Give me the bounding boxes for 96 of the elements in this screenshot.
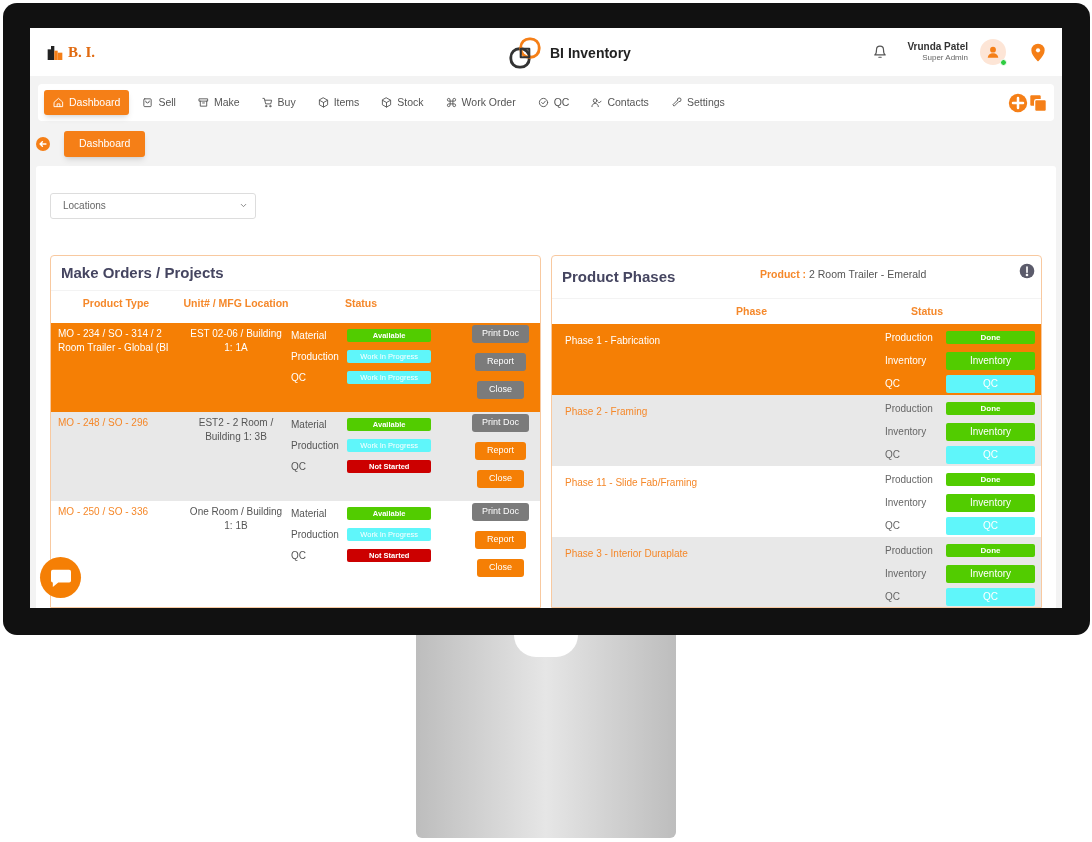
column-header: Status	[911, 303, 944, 319]
bag-icon	[142, 97, 154, 108]
status-label: QC	[885, 590, 901, 604]
column-header: Unit# / MFG Location	[183, 297, 289, 311]
person-icon	[986, 45, 1000, 59]
speech-bubble-icon	[49, 567, 72, 588]
status-badge: Inventory	[946, 351, 1035, 370]
column-header: Phase	[736, 303, 767, 319]
user-avatar[interactable]	[980, 39, 1006, 65]
linked-squares-logo-icon	[508, 36, 542, 70]
nav-tab[interactable]: Work Order	[436, 90, 525, 115]
phase-name[interactable]: Phase 1 - Fabrication	[565, 335, 661, 346]
status-label: Production	[885, 402, 934, 416]
table-row[interactable]: Phase 2 - Framing Production Done Inventory Inventory QC QC	[552, 395, 1041, 466]
wrench-icon	[670, 97, 682, 108]
nav-tab[interactable]: Sell	[133, 90, 185, 115]
column-header: Status	[344, 297, 378, 311]
status-label: Inventory	[885, 496, 928, 510]
nav-tab[interactable]: Stock	[372, 90, 433, 115]
app-name: BI Inventory	[550, 43, 631, 63]
product-name: Product : 2 Room Trailer - Emerald	[760, 267, 927, 282]
status-badge: QC	[946, 587, 1035, 606]
copy-icon[interactable]	[1028, 92, 1048, 113]
action-button[interactable]: Close	[477, 381, 524, 399]
breadcrumb-button[interactable]: Dashboard	[64, 130, 146, 157]
action-button[interactable]: Print Doc	[472, 325, 529, 343]
status-badge: QC	[946, 445, 1035, 464]
logo-text: B. I.	[68, 45, 96, 60]
status-badge: Done	[946, 544, 1035, 557]
table-cell-text: EST2 - 2 Room / Building 1: 3B	[197, 416, 275, 444]
status-label: Material	[291, 418, 328, 432]
status-badge: Inventory	[946, 564, 1035, 583]
check-circle-icon	[537, 97, 549, 108]
status-label: QC	[291, 371, 307, 385]
status-label: QC	[291, 549, 307, 563]
user-check-icon	[591, 97, 603, 108]
column-header: Product Type	[82, 297, 150, 311]
bell-icon[interactable]	[873, 45, 888, 59]
chevron-down-icon	[239, 201, 248, 210]
status-label: Material	[291, 329, 328, 343]
status-label: Production	[291, 350, 340, 364]
nav-tab[interactable]: QC	[528, 90, 579, 115]
status-label: Material	[291, 507, 328, 521]
status-badge: Inventory	[946, 422, 1035, 441]
panel-title: Make Orders / Projects	[51, 256, 540, 291]
action-button[interactable]: Report	[475, 442, 526, 460]
status-label: Production	[885, 331, 934, 345]
locations-dropdown[interactable]: Locations	[50, 192, 256, 219]
status-label: Production	[885, 473, 934, 487]
action-button[interactable]: Close	[477, 559, 524, 577]
table-cell-text: One Room / Building 1: 1B	[188, 505, 284, 533]
status-label: Production	[291, 528, 340, 542]
cart-icon	[261, 97, 273, 108]
nav-tab[interactable]: Contacts	[582, 90, 658, 115]
command-icon	[445, 97, 457, 108]
status-label: QC	[291, 460, 307, 474]
status-badge: Inventory	[946, 493, 1035, 512]
location-pin-icon[interactable]	[1028, 41, 1048, 63]
nav-tab[interactable]: Items	[308, 90, 369, 115]
status-badge: Done	[946, 331, 1035, 344]
action-button[interactable]: Report	[475, 353, 526, 371]
status-badge: Done	[946, 473, 1035, 486]
status-label: Production	[291, 439, 340, 453]
cube-icon	[381, 97, 393, 108]
nav-tab[interactable]: Settings	[661, 90, 734, 115]
status-label: QC	[885, 377, 901, 391]
nav-tab[interactable]: Buy	[252, 90, 305, 115]
user-role: Super Admin	[922, 53, 968, 64]
status-badge: Done	[946, 402, 1035, 415]
status-label: Inventory	[885, 354, 928, 368]
panel-title: Product Phases	[562, 266, 676, 287]
table-row[interactable]: Phase 1 - Fabrication Production Done Inventory Inventory QC QC	[552, 324, 1041, 395]
plus-circle-icon[interactable]	[1008, 92, 1028, 113]
nav-tab[interactable]: Make	[188, 90, 249, 115]
status-label: Inventory	[885, 425, 928, 439]
info-icon[interactable]	[1019, 263, 1035, 279]
table-row[interactable]: Phase 3 - Interior Duraplate Production Done Inventory Inventory QC QC	[552, 537, 1041, 607]
status-label: QC	[885, 519, 901, 533]
cube-icon	[317, 97, 329, 108]
product-type-link[interactable]: MO - 250 / SO - 336	[58, 505, 177, 519]
phase-name[interactable]: Phase 11 - Slide Fab/Framing	[565, 477, 698, 488]
status-label: Inventory	[885, 567, 928, 581]
product-type-link[interactable]: MO - 234 / SO - 314 / 2 Room Trailer - Global (BI	[58, 327, 177, 355]
action-button[interactable]: Close	[477, 470, 524, 488]
status-badge: QC	[946, 516, 1035, 535]
home-icon	[53, 97, 64, 108]
user-name: Vrunda Patel	[907, 40, 968, 54]
nav-tab[interactable]: Dashboard	[44, 90, 130, 115]
status-badge: QC	[946, 374, 1035, 393]
archive-box-icon	[197, 97, 209, 108]
table-cell-text: EST 02-06 / Building 1: 1A	[189, 327, 283, 355]
action-button[interactable]: Print Doc	[472, 414, 529, 432]
status-label: QC	[885, 448, 901, 462]
status-label: Production	[885, 544, 934, 558]
action-button[interactable]: Report	[475, 531, 526, 549]
action-button[interactable]: Print Doc	[472, 503, 529, 521]
